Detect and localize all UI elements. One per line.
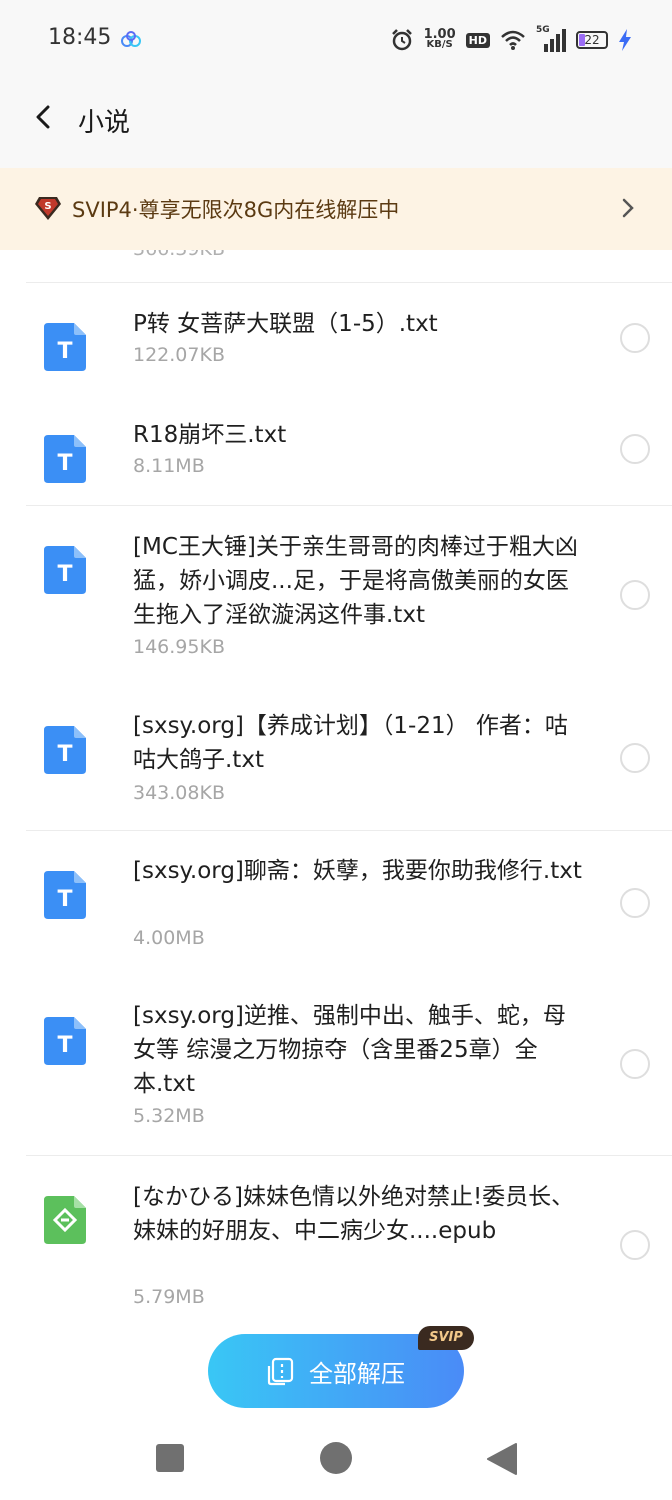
file-size: 5.32MB [133,1105,205,1127]
partial-file-size: 366.39KB [133,250,225,260]
hd-badge: HD [465,32,490,48]
back-arrow-icon[interactable] [30,102,60,132]
battery-indicator: 22 [576,31,608,49]
file-row[interactable]: T P转 女菩萨大联盟（1-5）.txt 122.07KB [0,283,672,393]
file-size: 5.79MB [133,1286,205,1308]
network-speed-unit: KB/S [426,39,453,50]
select-radio[interactable] [620,580,650,610]
extract-all-label: 全部解压 [309,1359,405,1388]
select-radio[interactable] [620,434,650,464]
svip-badge-letter: S [44,201,51,212]
file-row[interactable]: T [sxsy.org]逆推、强制中出、触手、蛇，母女等 综漫之万物掠夺（含里番… [0,975,672,1155]
signal-icon [544,29,566,52]
svg-text:T: T [57,339,72,364]
epub-file-icon [44,1196,86,1244]
signal-indicator: 5G [536,25,566,52]
svip-banner-text: SVIP4·尊享无限次8G内在线解压中 [72,198,400,222]
select-radio[interactable] [620,1049,650,1079]
back-triangle-icon[interactable] [486,1442,518,1476]
select-radio[interactable] [620,323,650,353]
app-header: 小说 [0,80,672,168]
charging-bolt-icon [619,29,631,51]
svip-banner[interactable]: S SVIP4·尊享无限次8G内在线解压中 [0,168,672,250]
file-name: [なかひる]妹妹色情以外绝对禁止!委员长、妹妹的好朋友、中二病少女....epu… [133,1184,575,1244]
extract-icon [267,1357,294,1386]
file-row[interactable]: [なかひる]妹妹色情以外绝对禁止!委员长、妹妹的好朋友、中二病少女....epu… [0,1156,672,1320]
file-row[interactable]: T [sxsy.org]聊斋：妖孽，我要你助我修行.txt 4.00MB [0,831,672,975]
file-size: 122.07KB [133,344,225,366]
battery-level: 22 [584,33,600,47]
status-icons: 1.00 KB/S HD 5G 22 [390,24,632,56]
file-list: 366.39KB T P转 女菩萨大联盟（1-5）.txt 122.07KB T… [0,250,672,1320]
file-name: [sxsy.org]逆推、强制中出、触手、蛇，母女等 综漫之万物掠夺（含里番25… [133,1003,566,1097]
file-size: 4.00MB [133,927,205,949]
file-row[interactable]: T [MC王大锤]关于亲生哥哥的肉棒过于粗大凶猛，娇小调皮...足，于是将高傲美… [0,506,672,686]
svg-text:T: T [57,562,72,587]
file-size: 146.95KB [133,636,225,658]
svg-text:T: T [57,887,72,912]
txt-file-icon: T [44,546,86,594]
file-name: [sxsy.org]【养成计划】（1-21） 作者：咕咕大鸽子.txt [133,713,568,773]
svg-text:T: T [57,451,72,476]
file-size: 343.08KB [133,782,225,804]
alarm-icon [391,29,412,51]
network-speed: 1.00 KB/S [424,28,456,50]
txt-file-icon: T [44,871,86,919]
select-radio[interactable] [620,1230,650,1260]
txt-file-icon: T [44,726,86,774]
svg-text:T: T [57,1033,72,1058]
file-name: [MC王大锤]关于亲生哥哥的肉棒过于粗大凶猛，娇小调皮...足，于是将高傲美丽的… [133,534,578,628]
page-title: 小说 [78,108,131,138]
recents-button[interactable] [156,1444,184,1472]
file-row[interactable]: T R18崩坏三.txt 8.11MB [0,393,672,505]
wifi-icon [501,30,525,50]
cloud-app-icon [121,31,141,47]
txt-file-icon: T [44,323,86,371]
file-name: R18崩坏三.txt [133,422,287,448]
svip-diamond-icon: S [35,197,61,220]
home-button[interactable] [320,1442,352,1474]
txt-file-icon: T [44,435,86,483]
svip-tag: SVIP [418,1326,474,1350]
select-radio[interactable] [620,888,650,918]
svg-text:T: T [57,742,72,767]
system-nav-bar [0,1420,672,1500]
select-radio[interactable] [620,743,650,773]
file-name: P转 女菩萨大联盟（1-5）.txt [133,311,438,337]
txt-file-icon: T [44,1017,86,1065]
status-bar: 18:45 1.00 KB/S HD 5G 22 [0,0,672,80]
file-name: [sxsy.org]聊斋：妖孽，我要你助我修行.txt [133,858,582,884]
file-row[interactable]: T [sxsy.org]【养成计划】（1-21） 作者：咕咕大鸽子.txt 34… [0,686,672,830]
chevron-right-icon [622,198,634,218]
status-time: 18:45 [48,25,112,50]
file-size: 8.11MB [133,455,205,477]
